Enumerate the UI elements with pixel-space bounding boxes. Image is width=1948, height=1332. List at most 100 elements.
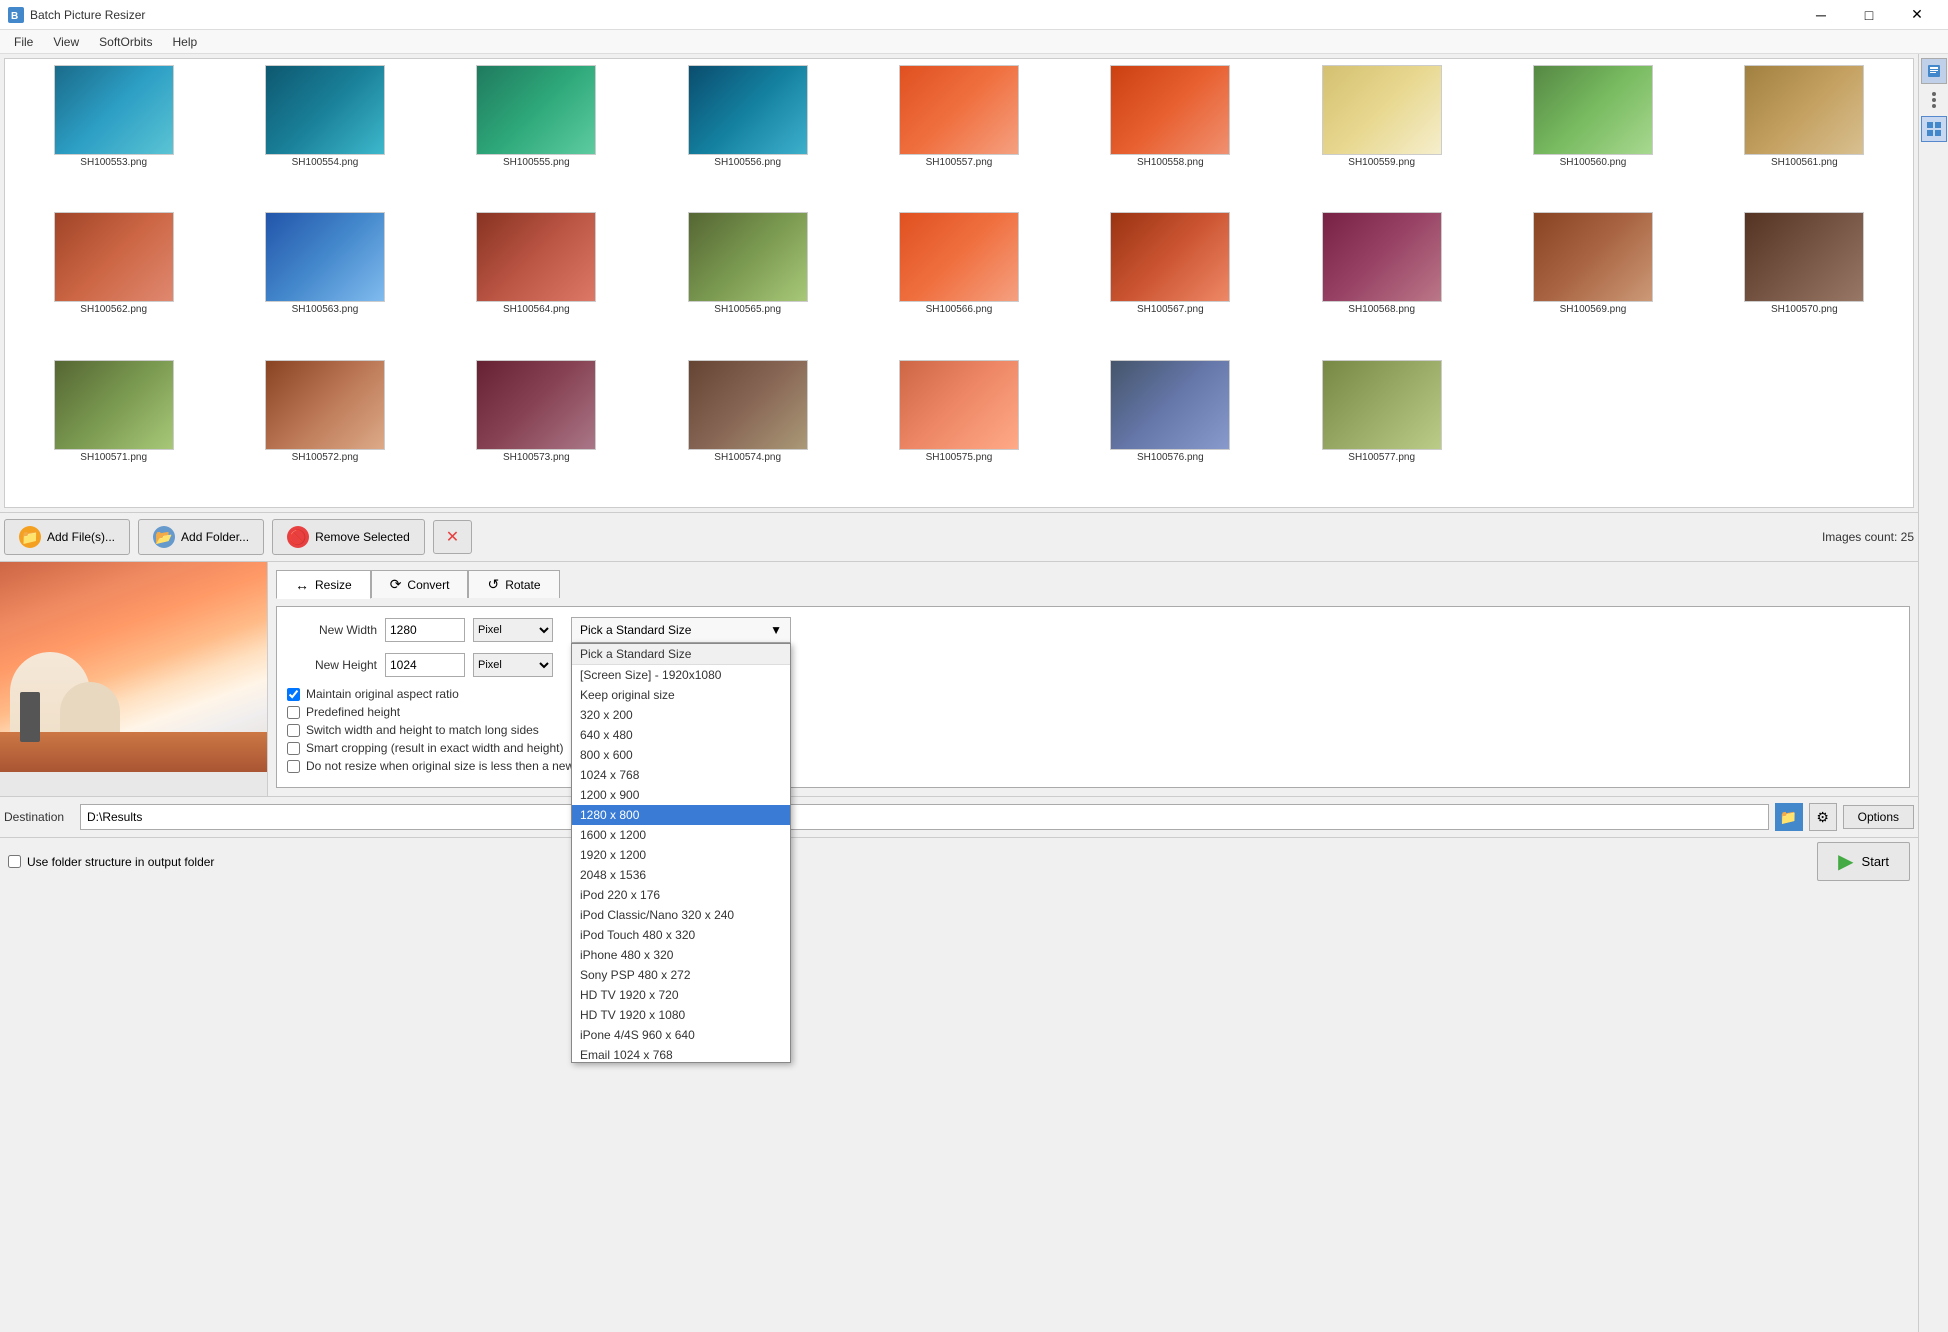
clear-button[interactable]: ✕ (433, 520, 472, 554)
settings-icon: ⚙ (1816, 809, 1829, 826)
standard-size-dropdown-list[interactable]: Pick a Standard Size[Screen Size] - 1920… (571, 643, 791, 1063)
thumbnail-item[interactable]: SH100553.png (9, 63, 218, 208)
thumbnail-label: SH100576.png (1137, 452, 1204, 463)
destination-input[interactable] (80, 804, 1769, 830)
thumbnail-image (1322, 65, 1442, 155)
preview-image (0, 562, 267, 772)
dropdown-item[interactable]: 640 x 480 (572, 725, 790, 745)
thumbnail-item[interactable]: SH100564.png (432, 210, 641, 355)
dropdown-item[interactable]: iPod 220 x 176 (572, 885, 790, 905)
dropdown-item[interactable]: Email 1024 x 768 (572, 1045, 790, 1063)
dropdown-item[interactable]: 800 x 600 (572, 745, 790, 765)
maintain-aspect-checkbox[interactable] (287, 688, 300, 701)
dropdown-item[interactable]: [Screen Size] - 1920x1080 (572, 665, 790, 685)
menu-file[interactable]: File (4, 33, 43, 51)
predefined-height-checkbox[interactable] (287, 706, 300, 719)
thumbnail-item[interactable]: SH100558.png (1066, 63, 1275, 208)
grid-view-button[interactable] (1921, 116, 1947, 142)
convert-tab-label: Convert (407, 578, 449, 592)
thumbnail-item[interactable]: SH100554.png (220, 63, 429, 208)
thumbnail-item[interactable]: SH100577.png (1277, 358, 1486, 503)
dropdown-item[interactable]: Keep original size (572, 685, 790, 705)
switch-dimensions-checkbox[interactable] (287, 724, 300, 737)
thumbnail-item[interactable]: SH100570.png (1700, 210, 1909, 355)
tab-resize[interactable]: ↔ Resize (276, 570, 371, 599)
bottom-panel: ↔ Resize ⟳ Convert ↺ Rotate (0, 561, 1918, 796)
switch-dimensions-row: Switch width and height to match long si… (287, 723, 1899, 737)
dropdown-item[interactable]: HD TV 1920 x 1080 (572, 1005, 790, 1025)
dropdown-item[interactable]: iPod Classic/Nano 320 x 240 (572, 905, 790, 925)
height-input[interactable] (385, 653, 465, 677)
thumbnail-item[interactable]: SH100559.png (1277, 63, 1486, 208)
smart-cropping-checkbox[interactable] (287, 742, 300, 755)
options-button[interactable]: Options (1843, 805, 1914, 829)
tab-convert[interactable]: ⟳ Convert (371, 570, 469, 598)
thumbnail-grid[interactable]: SH100553.png SH100554.png SH100555.png S… (4, 58, 1914, 508)
thumbnail-item[interactable]: SH100574.png (643, 358, 852, 503)
minimize-button[interactable]: ─ (1798, 0, 1844, 30)
width-row: New Width Pixel Percent Pick a Standard … (287, 617, 1899, 643)
profile-view-button[interactable] (1921, 58, 1947, 84)
no-resize-checkbox[interactable] (287, 760, 300, 773)
dropdown-item[interactable]: iPone 4/4S 960 x 640 (572, 1025, 790, 1045)
dropdown-item[interactable]: 1200 x 900 (572, 785, 790, 805)
menu-help[interactable]: Help (163, 33, 208, 51)
thumbnail-item[interactable]: SH100566.png (854, 210, 1063, 355)
dropdown-item[interactable]: iPod Touch 480 x 320 (572, 925, 790, 945)
folder-structure-checkbox[interactable] (8, 855, 21, 868)
height-unit-select[interactable]: Pixel Percent (473, 653, 553, 677)
thumbnail-item[interactable]: SH100567.png (1066, 210, 1275, 355)
thumbnail-label: SH100553.png (80, 157, 147, 168)
thumbnail-image (688, 360, 808, 450)
thumbnail-item[interactable]: SH100562.png (9, 210, 218, 355)
resize-tab-icon: ↔ (295, 577, 309, 593)
destination-settings-button[interactable]: ⚙ (1809, 803, 1837, 831)
thumbnail-item[interactable]: SH100569.png (1488, 210, 1697, 355)
dropdown-item[interactable]: 1024 x 768 (572, 765, 790, 785)
thumbnail-item[interactable]: SH100568.png (1277, 210, 1486, 355)
rotate-tab-icon: ↺ (487, 576, 499, 593)
remove-selected-button[interactable]: 🚫 Remove Selected (272, 519, 425, 555)
menu-softorbits[interactable]: SoftOrbits (89, 33, 162, 51)
thumbnail-item[interactable]: SH100555.png (432, 63, 641, 208)
dropdown-item[interactable]: 1280 x 800 (572, 805, 790, 825)
thumbnail-item[interactable]: SH100565.png (643, 210, 852, 355)
thumbnail-label: SH100563.png (292, 304, 359, 315)
dropdown-item[interactable]: Sony PSP 480 x 272 (572, 965, 790, 985)
thumbnail-item[interactable]: SH100572.png (220, 358, 429, 503)
add-folder-button[interactable]: 📂 Add Folder... (138, 519, 264, 555)
maximize-button[interactable]: □ (1846, 0, 1892, 30)
dropdown-item[interactable]: 320 x 200 (572, 705, 790, 725)
width-unit-select[interactable]: Pixel Percent (473, 618, 553, 642)
thumbnail-item[interactable]: SH100563.png (220, 210, 429, 355)
thumbnail-label: SH100574.png (714, 452, 781, 463)
start-button[interactable]: ▶ Start (1817, 842, 1910, 881)
thumbnail-item[interactable]: SH100556.png (643, 63, 852, 208)
thumbnail-item[interactable]: SH100576.png (1066, 358, 1275, 503)
menu-view[interactable]: View (43, 33, 89, 51)
resize-tab-label: Resize (315, 578, 352, 592)
thumbnail-image (1322, 360, 1442, 450)
standard-size-button[interactable]: Pick a Standard Size ▼ (571, 617, 791, 643)
thumbnail-item[interactable]: SH100560.png (1488, 63, 1697, 208)
thumbnail-item[interactable]: SH100573.png (432, 358, 641, 503)
add-files-button[interactable]: 📁 Add File(s)... (4, 519, 130, 555)
dropdown-item[interactable]: iPhone 480 x 320 (572, 945, 790, 965)
tab-rotate[interactable]: ↺ Rotate (468, 570, 559, 598)
thumbnail-item[interactable]: SH100557.png (854, 63, 1063, 208)
close-button[interactable]: ✕ (1894, 0, 1940, 30)
thumbnail-item[interactable]: SH100571.png (9, 358, 218, 503)
bottom-bar: Use folder structure in output folder ▶ … (0, 837, 1918, 885)
thumbnail-item[interactable]: SH100575.png (854, 358, 1063, 503)
dropdown-item[interactable]: 1600 x 1200 (572, 825, 790, 845)
thumbnail-item[interactable]: SH100561.png (1700, 63, 1909, 208)
dropdown-item[interactable]: 2048 x 1536 (572, 865, 790, 885)
thumbnail-image (1110, 212, 1230, 302)
dropdown-item[interactable]: 1920 x 1200 (572, 845, 790, 865)
thumbnail-image (1744, 65, 1864, 155)
dropdown-item[interactable]: HD TV 1920 x 720 (572, 985, 790, 1005)
destination-browse-button[interactable]: 📁 (1775, 803, 1803, 831)
right-panel (1918, 54, 1948, 1332)
thumbnail-label: SH100567.png (1137, 304, 1204, 315)
width-input[interactable] (385, 618, 465, 642)
